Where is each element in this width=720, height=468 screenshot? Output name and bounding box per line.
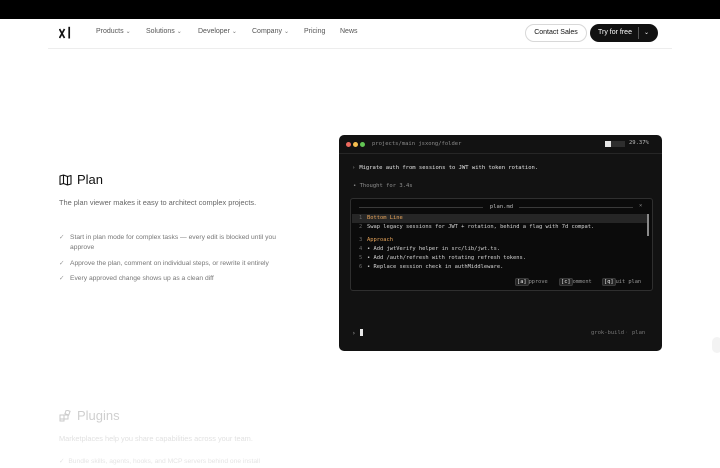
input-caret-icon: › xyxy=(352,330,356,337)
check-icon: ✓ xyxy=(59,234,65,241)
check-icon: ✓ xyxy=(59,275,65,282)
check-icon: ✓ xyxy=(59,260,65,267)
bullet-text: Every approved change shows up as a clea… xyxy=(70,275,214,282)
bullet-text: Approve the plan, comment on individual … xyxy=(70,260,269,267)
plugins-description: Marketplaces help you share capabilities… xyxy=(59,434,253,443)
nav-item-solutions[interactable]: Solutions ⌄ xyxy=(146,28,182,35)
nav-item-company[interactable]: Company ⌄ xyxy=(252,28,289,35)
thought-status[interactable]: • Thought for 3.4s xyxy=(353,183,413,189)
minimize-window-dot[interactable] xyxy=(353,142,358,147)
mode-separator: · xyxy=(625,330,629,336)
user-prompt: › Migrate auth from sessions to JWT with … xyxy=(352,165,538,171)
nav-item-label: Developer xyxy=(198,28,230,35)
prompt-text: Migrate auth from sessions to JWT with t… xyxy=(359,165,539,171)
nav-item-pricing[interactable]: Pricing xyxy=(304,28,325,35)
button-separator xyxy=(638,27,639,39)
nav-item-products[interactable]: Products ⌄ xyxy=(96,28,131,35)
agent-mode-label[interactable]: grok-build xyxy=(591,330,624,336)
bullet-text: Bundle skills, agents, hooks, and MCP se… xyxy=(68,458,261,465)
nav-item-label: Solutions xyxy=(146,28,175,35)
line-number: 5 xyxy=(359,255,363,261)
line-text: Approach xyxy=(367,237,393,243)
terminal-window: projects/main jsxong/folder 29.37% › Migr… xyxy=(339,135,662,351)
maximize-window-dot[interactable] xyxy=(360,142,365,147)
plan-description: The plan viewer makes it easy to archite… xyxy=(59,198,257,207)
plugins-grid-icon xyxy=(59,410,71,422)
nav-item-developer[interactable]: Developer ⌄ xyxy=(198,28,237,35)
line-text: • Add /auth/refresh with rotating refres… xyxy=(367,255,527,261)
line-text: Bottom Line xyxy=(367,215,403,221)
check-icon: ✓ xyxy=(59,458,65,465)
xai-logo-icon[interactable] xyxy=(59,26,71,40)
shortcut-key: [a] xyxy=(515,278,529,286)
shortcut-key: [q] xyxy=(602,278,616,286)
prompt-caret-icon: › xyxy=(352,165,356,171)
line-text: • Replace session check in authMiddlewar… xyxy=(367,264,504,270)
plugins-heading: Plugins xyxy=(77,408,120,423)
quit-plan-shortcut[interactable]: [q] uit plan xyxy=(602,278,642,286)
chevron-down-icon: ⌄ xyxy=(176,29,182,35)
shortcut-label: pprove xyxy=(528,279,548,285)
progress-fill xyxy=(605,141,611,147)
chevron-down-icon: ⌄ xyxy=(231,29,237,35)
chevron-down-icon: ⌄ xyxy=(283,29,289,35)
line-number: 2 xyxy=(359,224,363,230)
contact-sales-button[interactable]: Contact Sales xyxy=(525,24,587,42)
line-text: • Add jwtVerify helper in src/lib/jwt.ts… xyxy=(367,246,501,252)
thought-bullet-icon: • xyxy=(353,183,357,189)
terminal-path: projects/main jsxong/folder xyxy=(372,141,462,147)
title-rule xyxy=(519,207,633,208)
plan-heading: Plan xyxy=(77,172,104,187)
top-black-bar xyxy=(0,0,720,19)
nav-item-label: Company xyxy=(252,28,282,35)
shortcut-label: omment xyxy=(572,279,592,285)
close-window-dot[interactable] xyxy=(346,142,351,147)
line-number: 1 xyxy=(359,215,363,221)
line-number: 6 xyxy=(359,264,363,270)
shortcut-label: uit plan xyxy=(615,279,642,285)
plan-viewer: plan.md × 1 Bottom Line 2 Swap legacy sess… xyxy=(350,198,653,291)
nav-item-label: Products xyxy=(96,28,124,35)
shortcut-key: [c] xyxy=(559,278,573,286)
line-number: 3 xyxy=(359,237,363,243)
nav-item-news[interactable]: News xyxy=(340,28,358,35)
nav-item-label: News xyxy=(340,28,358,35)
context-progress-bar xyxy=(605,141,625,147)
chevron-down-icon: ⌄ xyxy=(125,29,131,35)
list-item: ✓ Bundle skills, agents, hooks, and MCP … xyxy=(59,457,260,465)
floating-widget-icon[interactable] xyxy=(712,337,720,353)
terminal-divider xyxy=(339,153,662,154)
nav-divider xyxy=(48,48,672,49)
line-text: Swap legacy sessions for JWT + rotation,… xyxy=(367,224,595,230)
thought-text: Thought for 3.4s xyxy=(359,183,413,189)
line-number: 4 xyxy=(359,246,363,252)
progress-percent: 29.37% xyxy=(629,140,649,146)
try-for-free-label: Try for free xyxy=(598,29,632,36)
chevron-down-icon[interactable]: ⌄ xyxy=(644,24,649,42)
try-for-free-button[interactable]: Try for free ⌄ xyxy=(590,24,658,42)
scrollbar[interactable] xyxy=(647,214,649,236)
approve-shortcut[interactable]: [a] pprove xyxy=(515,278,548,286)
plan-mode-label[interactable]: plan xyxy=(632,330,645,336)
comment-shortcut[interactable]: [c] omment xyxy=(559,278,592,286)
bullet-text: Start in plan mode for complex tasks — e… xyxy=(70,234,276,251)
nav-item-label: Pricing xyxy=(304,28,326,35)
map-icon xyxy=(59,174,72,186)
terminal-input-cursor[interactable] xyxy=(360,329,363,336)
close-icon[interactable]: × xyxy=(639,203,642,209)
